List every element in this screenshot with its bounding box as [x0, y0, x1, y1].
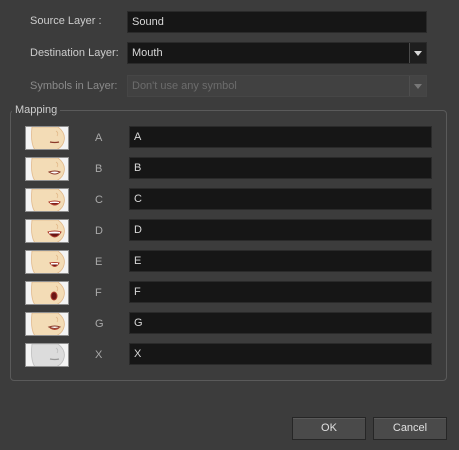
symbols-in-layer-dropdown[interactable]: Don't use any symbol — [127, 75, 427, 97]
destination-layer-dropdown[interactable]: Mouth — [127, 42, 427, 64]
mapping-field[interactable]: C — [129, 188, 432, 210]
mapping-row: BB — [0, 157, 459, 181]
mapping-field[interactable]: G — [129, 312, 432, 334]
phoneme-label: X — [95, 349, 103, 361]
mapping-row: XX — [0, 343, 459, 367]
mouth-thumbnail — [25, 219, 69, 243]
mapping-group — [10, 110, 447, 381]
mouth-rest-grey-icon — [26, 344, 68, 366]
phoneme-label: E — [95, 256, 103, 268]
mapping-field[interactable]: D — [129, 219, 432, 241]
phoneme-label: F — [95, 287, 102, 299]
mouth-o-icon — [26, 282, 68, 304]
mapping-row: EE — [0, 250, 459, 274]
mouth-thumbnail — [25, 126, 69, 150]
mapping-field[interactable]: B — [129, 157, 432, 179]
mapping-row: CC — [0, 188, 459, 212]
mapping-field[interactable]: X — [129, 343, 432, 365]
mouth-open-wide-icon — [26, 220, 68, 242]
symbols-in-layer-value: Don't use any symbol — [132, 80, 237, 92]
mapping-field[interactable]: F — [129, 281, 432, 303]
destination-layer-label: Destination Layer: — [30, 47, 119, 59]
destination-layer-value: Mouth — [132, 47, 163, 59]
mouth-f-icon — [26, 313, 68, 335]
mapping-group-title: Mapping — [12, 104, 61, 116]
mapping-row: GG — [0, 312, 459, 336]
phoneme-label: B — [95, 163, 103, 175]
mouth-teeth-icon — [26, 158, 68, 180]
mapping-field[interactable]: A — [129, 126, 432, 148]
cancel-button[interactable]: Cancel — [373, 417, 447, 440]
mouth-e-icon — [26, 251, 68, 273]
mouth-thumbnail — [25, 312, 69, 336]
mouth-closed-icon — [26, 127, 68, 149]
chevron-down-icon[interactable] — [409, 43, 426, 63]
mouth-thumbnail — [25, 157, 69, 181]
mouth-thumbnail — [25, 250, 69, 274]
source-layer-label: Source Layer : — [30, 15, 102, 27]
symbols-in-layer-label: Symbols in Layer: — [30, 80, 118, 92]
ok-button[interactable]: OK — [292, 417, 366, 440]
phoneme-label: A — [95, 132, 103, 144]
phoneme-label: G — [95, 318, 104, 330]
mapping-row: FF — [0, 281, 459, 305]
mouth-thumbnail — [25, 188, 69, 212]
mapping-row: AA — [0, 126, 459, 150]
mapping-row: DD — [0, 219, 459, 243]
mapping-field[interactable]: E — [129, 250, 432, 272]
mouth-open-slight-icon — [26, 189, 68, 211]
mouth-thumbnail — [25, 281, 69, 305]
phoneme-label: C — [95, 194, 103, 206]
mouth-thumbnail — [25, 343, 69, 367]
chevron-down-icon[interactable] — [409, 76, 426, 96]
source-layer-field[interactable]: Sound — [127, 11, 427, 33]
phoneme-label: D — [95, 225, 103, 237]
